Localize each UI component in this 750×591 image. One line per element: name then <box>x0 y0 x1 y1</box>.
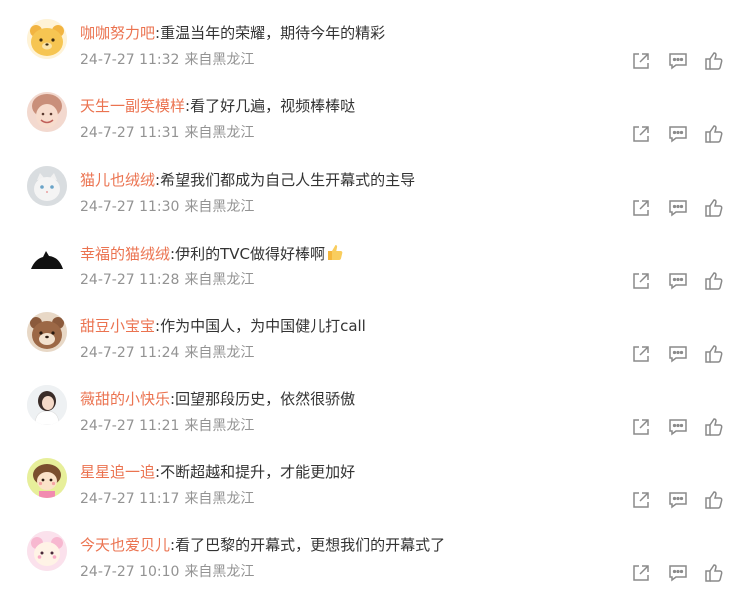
comment-date: 24-7-27 11:21 <box>80 418 180 434</box>
username-link[interactable]: 猫儿也绒绒 <box>80 171 155 189</box>
comment-source: 来自黑龙江 <box>184 272 255 288</box>
smiling-person-avatar[interactable] <box>27 92 67 132</box>
comment-item: 猫儿也绒绒:希望我们都成为自己人生开幕式的主导 24-7-27 11:30 来自黑… <box>0 147 750 220</box>
comment-source: 来自黑龙江 <box>184 491 255 507</box>
username-link[interactable]: 薇甜的小快乐 <box>80 390 170 408</box>
username-link[interactable]: 星星追一追 <box>80 463 155 481</box>
comment-text: :希望我们都成为自己人生开幕式的主导 <box>155 171 416 189</box>
cat-photo-avatar[interactable] <box>27 166 67 206</box>
comment-date: 24-7-27 11:24 <box>80 345 180 361</box>
username-link[interactable]: 天生一副笑模样 <box>80 97 185 115</box>
like-icon[interactable] <box>703 123 725 145</box>
comment-date: 24-7-27 11:31 <box>80 125 180 141</box>
like-icon[interactable] <box>703 489 725 511</box>
share-icon[interactable] <box>630 489 652 511</box>
comment-text-line: 星星追一追:不断超越和提升，才能更加好 <box>80 461 355 483</box>
share-icon[interactable] <box>630 123 652 145</box>
comment-text-line: 甜豆小宝宝:作为中国人，为中国健儿打call <box>80 315 366 337</box>
comment-text-line: 咖咖努力吧:重温当年的荣耀，期待今年的精彩 <box>80 22 385 44</box>
comment-text: :回望那段历史，依然很骄傲 <box>170 390 356 408</box>
comment-text-line: 今天也爱贝儿:看了巴黎的开幕式，更想我们的开幕式了 <box>80 534 445 556</box>
comment-item: 咖咖努力吧:重温当年的荣耀，期待今年的精彩 24-7-27 11:32 来自黑龙江 <box>0 0 750 73</box>
brown-bear-avatar[interactable] <box>27 312 67 352</box>
comment-item: 甜豆小宝宝:作为中国人，为中国健儿打call 24-7-27 11:24 来自黑龙… <box>0 293 750 366</box>
pink-cartoon-avatar[interactable] <box>27 531 67 571</box>
comment-meta: 24-7-27 11:31 来自黑龙江 <box>80 123 254 143</box>
share-icon[interactable] <box>630 562 652 584</box>
comment-text: :作为中国人，为中国健儿打call <box>155 317 366 335</box>
comment-text: :看了好几遍，视频棒棒哒 <box>185 97 356 115</box>
comment-source: 来自黑龙江 <box>184 418 255 434</box>
like-icon[interactable] <box>703 50 725 72</box>
comment-list: 咖咖努力吧:重温当年的荣耀，期待今年的精彩 24-7-27 11:32 来自黑龙江… <box>0 0 750 591</box>
comment-source: 来自黑龙江 <box>184 564 255 580</box>
comment-source: 来自黑龙江 <box>184 125 255 141</box>
comment-source: 来自黑龙江 <box>184 345 255 361</box>
comment-date: 24-7-27 11:32 <box>80 52 180 68</box>
comment-item: 幸福的猫绒绒:伊利的TVC做得好棒啊 24-7-27 11:28 来自黑龙江 <box>0 220 750 293</box>
like-icon[interactable] <box>703 562 725 584</box>
comment-text: :看了巴黎的开幕式，更想我们的开幕式了 <box>170 536 446 554</box>
comment-text: :重温当年的荣耀，期待今年的精彩 <box>155 24 386 42</box>
comment-source: 来自黑龙江 <box>184 52 255 68</box>
username-link[interactable]: 咖咖努力吧 <box>80 24 155 42</box>
comment-text-line: 薇甜的小快乐:回望那段历史，依然很骄傲 <box>80 388 355 410</box>
like-icon[interactable] <box>703 343 725 365</box>
comment-meta: 24-7-27 11:28 来自黑龙江 <box>80 270 254 290</box>
like-icon[interactable] <box>703 270 725 292</box>
comment-meta: 24-7-27 11:21 来自黑龙江 <box>80 416 254 436</box>
black-cat-silhouette-avatar[interactable] <box>27 239 67 279</box>
comment-date: 24-7-27 11:30 <box>80 199 180 215</box>
like-icon[interactable] <box>703 416 725 438</box>
comment-item: 星星追一追:不断超越和提升，才能更加好 24-7-27 11:17 来自黑龙江 <box>0 439 750 512</box>
yellow-bear-avatar[interactable] <box>27 19 67 59</box>
share-icon[interactable] <box>630 50 652 72</box>
comment-item: 薇甜的小快乐:回望那段历史，依然很骄傲 24-7-27 11:21 来自黑龙江 <box>0 366 750 439</box>
comment-date: 24-7-27 11:28 <box>80 272 180 288</box>
share-icon[interactable] <box>630 343 652 365</box>
comment-text-line: 猫儿也绒绒:希望我们都成为自己人生开幕式的主导 <box>80 169 415 191</box>
comment-meta: 24-7-27 11:17 来自黑龙江 <box>80 489 254 509</box>
comment-text-line: 天生一副笑模样:看了好几遍，视频棒棒哒 <box>80 95 355 117</box>
username-link[interactable]: 甜豆小宝宝 <box>80 317 155 335</box>
comment-icon[interactable] <box>667 416 689 438</box>
comment-date: 24-7-27 10:10 <box>80 564 180 580</box>
username-link[interactable]: 今天也爱贝儿 <box>80 536 170 554</box>
comment-icon[interactable] <box>667 270 689 292</box>
comment-text: :伊利的TVC做得好棒啊 <box>170 245 325 263</box>
comment-text-line: 幸福的猫绒绒:伊利的TVC做得好棒啊 <box>80 242 345 265</box>
comment-meta: 24-7-27 11:32 来自黑龙江 <box>80 50 254 70</box>
comment-icon[interactable] <box>667 343 689 365</box>
comment-item: 天生一副笑模样:看了好几遍，视频棒棒哒 24-7-27 11:31 来自黑龙江 <box>0 73 750 146</box>
comment-meta: 24-7-27 11:24 来自黑龙江 <box>80 343 254 363</box>
comment-icon[interactable] <box>667 50 689 72</box>
thumbs-up-emoji-icon <box>325 242 345 262</box>
comment-meta: 24-7-27 10:10 来自黑龙江 <box>80 562 254 582</box>
comment-text: :不断超越和提升，才能更加好 <box>155 463 356 481</box>
comment-meta: 24-7-27 11:30 来自黑龙江 <box>80 197 254 217</box>
girl-portrait-avatar[interactable] <box>27 385 67 425</box>
like-icon[interactable] <box>703 197 725 219</box>
share-icon[interactable] <box>630 416 652 438</box>
cartoon-girl-avatar[interactable] <box>27 458 67 498</box>
share-icon[interactable] <box>630 197 652 219</box>
comment-date: 24-7-27 11:17 <box>80 491 180 507</box>
comment-icon[interactable] <box>667 123 689 145</box>
username-link[interactable]: 幸福的猫绒绒 <box>80 245 170 263</box>
comment-source: 来自黑龙江 <box>184 199 255 215</box>
comment-icon[interactable] <box>667 562 689 584</box>
comment-icon[interactable] <box>667 489 689 511</box>
share-icon[interactable] <box>630 270 652 292</box>
comment-item: 今天也爱贝儿:看了巴黎的开幕式，更想我们的开幕式了 24-7-27 10:10 来… <box>0 512 750 585</box>
comment-icon[interactable] <box>667 197 689 219</box>
